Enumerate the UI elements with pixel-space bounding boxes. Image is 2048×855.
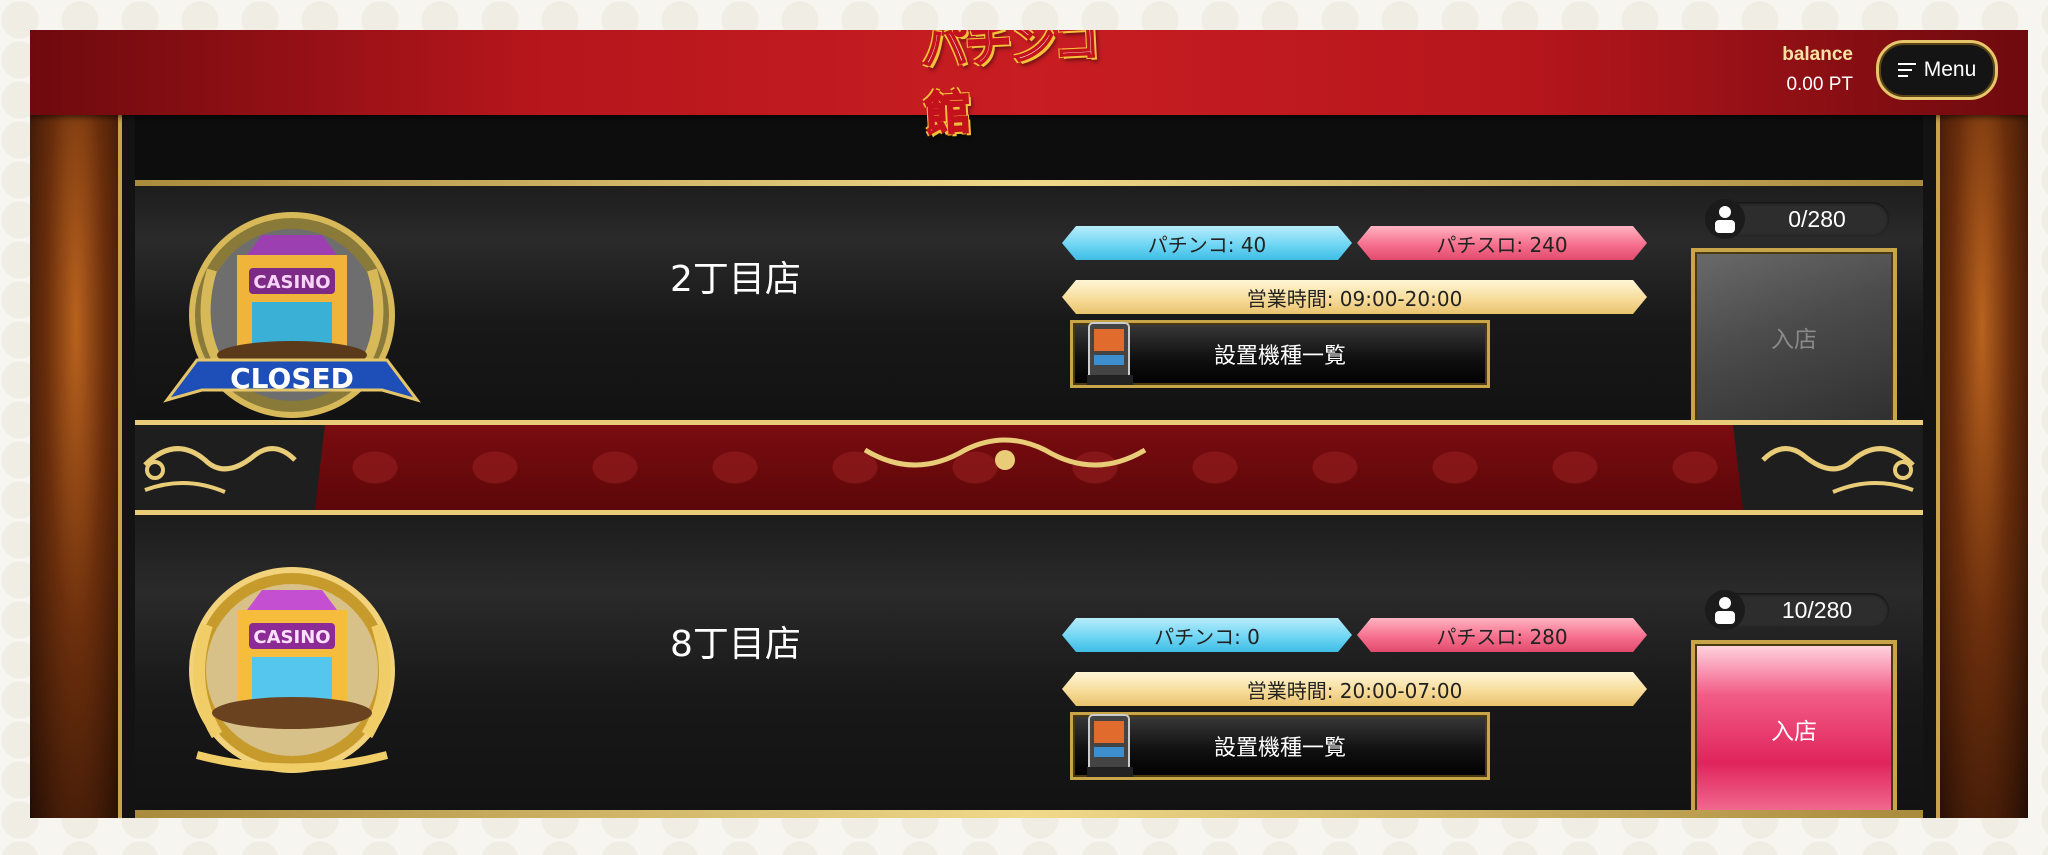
center-scroll-ornament-icon [863,437,1147,470]
machine-list-label: 設置機種一覧 [1213,344,1346,369]
machine-list-button[interactable]: 設置機種一覧 [1070,712,1490,780]
shop-name: 2丁目店 [670,259,801,300]
ornamental-divider [135,420,1923,515]
slot-machine-icon [1087,322,1133,385]
left-wall-decoration [30,115,122,818]
person-icon [1705,590,1745,630]
bottom-gold-bar [135,810,1923,818]
casino-badge-icon: CASINO [157,565,427,785]
hamburger-icon [1897,63,1916,77]
shop-name: 8丁目店 [670,624,801,665]
occupancy-value: 10/280 [1781,596,1853,623]
balance-label: balance [1782,44,1853,65]
right-scroll-ornament-icon [1761,446,1915,494]
pachinko-count-pill: パチンコ: 0 [1062,618,1352,652]
business-hours-pill: 営業時間: 20:00-07:00 [1062,672,1647,706]
shop-top-gold-bar [135,180,1923,186]
occupancy-counter: 10/280 [1705,590,1889,630]
badge-casino-text: CASINO [253,272,330,293]
badge-casino-text: CASINO [253,627,330,648]
menu-button[interactable]: Menu [1876,40,1998,100]
menu-label: Menu [1923,58,1977,81]
pachislo-count-pill: パチスロ: 240 [1357,226,1647,260]
person-icon [1705,199,1745,239]
shop-card: CASINO CLOSED 2丁目店 パチンコ: 40 パチスロ: 240 営業… [135,180,1923,426]
machine-list-button[interactable]: 設置機種一覧 [1070,320,1490,388]
balance-display: balance 0.00 PT [1782,44,1853,96]
site-logo[interactable]: パチンコ館 [919,30,1133,142]
enter-shop-button[interactable]: 入店 [1691,640,1897,818]
header-bar: パチンコ館 balance 0.00 PT Menu [30,30,2028,142]
balance-value: 0.00 PT [1786,74,1853,95]
occupancy-value: 0/280 [1788,205,1846,232]
machine-list-label: 設置機種一覧 [1213,736,1346,761]
pachislo-count-pill: パチスロ: 280 [1357,618,1647,652]
closed-ribbon-text: CLOSED [230,362,354,395]
business-hours-pill: 営業時間: 09:00-20:00 [1062,280,1647,314]
occupancy-counter: 0/280 [1705,199,1889,239]
enter-shop-button[interactable]: 入店 [1691,248,1897,426]
casino-closed-badge-icon: CASINO CLOSED [157,210,427,430]
right-wall-decoration [1936,115,2028,818]
enter-shop-label: 入店 [1771,327,1817,353]
shop-card: CASINO 8丁目店 パチンコ: 0 パチスロ: 280 営業時間: 20:0… [135,515,1923,818]
enter-shop-label: 入店 [1771,719,1817,745]
app-window: パチンコ館 balance 0.00 PT Menu CASINO CLOSED… [30,30,2028,818]
pachinko-count-pill: パチンコ: 40 [1062,226,1352,260]
left-scroll-ornament-icon [143,446,297,494]
logo-text: パチンコ館 [919,30,1100,142]
slot-machine-icon [1087,714,1133,777]
